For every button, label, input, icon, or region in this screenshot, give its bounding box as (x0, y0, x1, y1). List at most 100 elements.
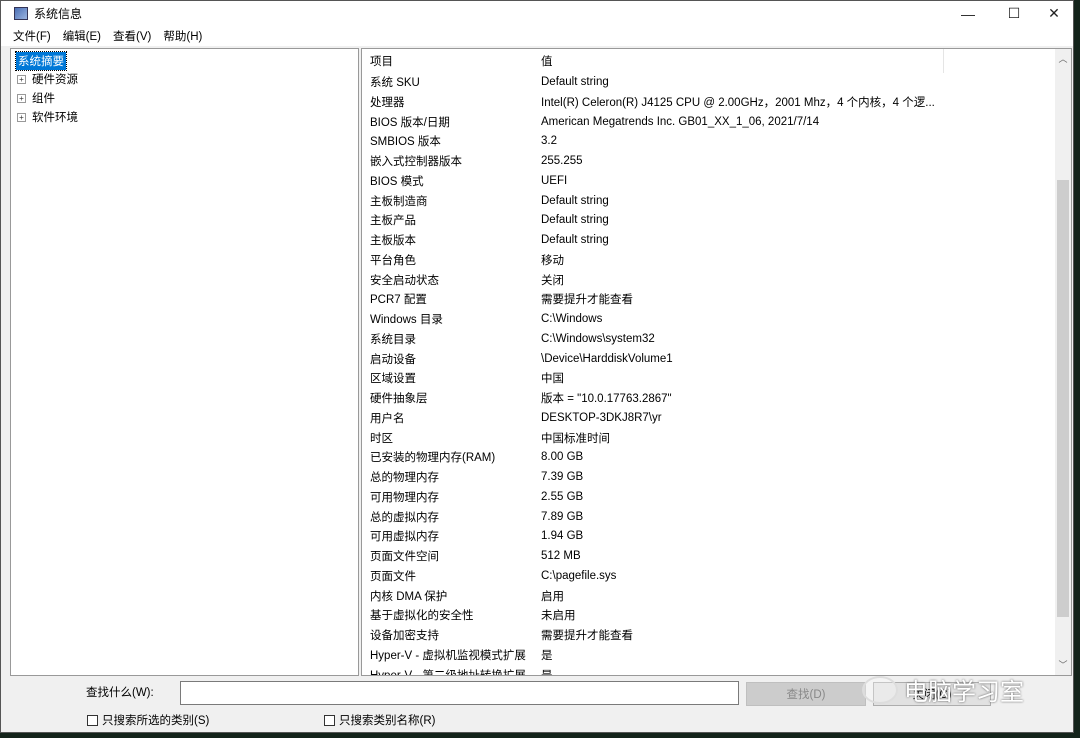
expand-icon[interactable]: + (17, 93, 26, 103)
row-value: Default string (541, 234, 609, 246)
row-item: 主板版本 (370, 235, 416, 247)
row-value: 启用 (541, 590, 564, 603)
row-value: 中国标准时间 (541, 432, 610, 445)
row-value: 未启用 (541, 610, 576, 623)
tree-item-software[interactable]: + 软件环境 (17, 108, 78, 126)
row-value: 版本 = "10.0.17763.2867" (541, 393, 672, 405)
tree-item-system-summary[interactable]: 系统摘要 (15, 51, 67, 71)
search-names-checkbox[interactable]: 只搜索类别名称(R) (324, 712, 435, 728)
row-value: 1.94 GB (541, 530, 584, 543)
row-item: SMBIOS 版本 (370, 136, 441, 149)
row-value: 8.00 GB (541, 451, 584, 464)
tree-item-components[interactable]: + 组件 (17, 89, 55, 107)
row-value: 需要提升才能查看 (541, 630, 633, 642)
category-tree: 系统摘要 + 硬件资源 + 组件 + 软件环境 (10, 48, 359, 676)
tree-label: 组件 (32, 93, 55, 105)
row-item: 时区 (370, 432, 393, 445)
row-item: 总的物理内存 (370, 472, 439, 484)
row-item: 启动设备 (370, 353, 416, 366)
row-item: 可用虚拟内存 (370, 531, 439, 544)
row-item: 用户名 (370, 412, 405, 425)
tree-item-hardware[interactable]: + 硬件资源 (17, 70, 78, 88)
row-item: 设备加密支持 (370, 630, 439, 642)
row-value: 需要提升才能查看 (541, 294, 633, 307)
row-item: 页面文件空间 (370, 551, 439, 563)
checkbox-label: 只搜索类别名称(R) (339, 715, 436, 727)
tree-label: 硬件资源 (32, 74, 78, 86)
checkbox-box[interactable] (87, 714, 98, 726)
row-item: 安全启动状态 (370, 274, 439, 287)
row-value: Default string (541, 194, 609, 207)
menu-edit[interactable]: 编辑(E) (63, 28, 101, 44)
find-button[interactable]: 查找(D) (746, 682, 866, 706)
find-input[interactable] (180, 681, 739, 705)
row-item: 硬件抽象层 (370, 393, 428, 405)
row-item: Hyper-V - 第二级地址转换扩展 (370, 669, 526, 676)
row-item: 主板产品 (370, 215, 416, 228)
row-value: DESKTOP-3DKJ8R7\yr (541, 411, 662, 424)
scroll-up-icon[interactable]: ︿ (1055, 51, 1071, 67)
row-item: 基于虚拟化的安全性 (370, 610, 474, 623)
row-item: 系统目录 (370, 333, 416, 346)
row-item: 页面文件 (370, 570, 416, 583)
row-item: 嵌入式控制器版本 (370, 156, 462, 168)
row-item: 处理器 (370, 96, 405, 109)
row-value: Intel(R) Celeron(R) J4125 CPU @ 2.00GHz，… (541, 96, 935, 109)
row-value: UEFI (541, 174, 568, 187)
minimize-button[interactable]: — (945, 1, 991, 26)
row-item: Windows 目录 (370, 314, 443, 326)
row-item: 平台角色 (370, 254, 416, 267)
row-item: BIOS 版本/日期 (370, 116, 450, 129)
row-value: 512 MB (541, 550, 581, 562)
row-value: C:\Windows (541, 313, 603, 325)
row-value: 关闭 (541, 274, 564, 287)
header-value[interactable]: 值 (541, 53, 553, 69)
row-value: 移动 (541, 254, 564, 267)
row-item: 系统 SKU (370, 77, 420, 89)
row-value: 7.89 GB (541, 510, 584, 523)
window-title: 系统信息 (34, 7, 83, 21)
row-value: \Device\HarddiskVolume1 (541, 352, 673, 365)
header-item[interactable]: 项目 (370, 53, 393, 69)
row-item: 主板制造商 (370, 195, 428, 208)
menu-help[interactable]: 帮助(H) (163, 28, 202, 44)
app-icon (14, 7, 28, 20)
watermark: 电脑学习室 (862, 672, 1024, 707)
row-item: 区域设置 (370, 373, 416, 386)
row-value: 2.55 GB (541, 490, 584, 503)
vertical-scrollbar[interactable]: ︿ ﹀ (1055, 49, 1071, 675)
row-item: PCR7 配置 (370, 294, 427, 307)
header-divider (943, 49, 944, 73)
row-value: C:\Windows\system32 (541, 332, 655, 345)
search-selected-checkbox[interactable]: 只搜索所选的类别(S) (87, 712, 209, 728)
details-list: 项目 值 系统 SKU Default string 处理器 Intel(R) Cel… (361, 48, 1072, 676)
scroll-down-icon[interactable]: ﹀ (1055, 657, 1071, 673)
menu-view[interactable]: 查看(V) (113, 28, 151, 44)
row-item: 总的虚拟内存 (370, 511, 439, 524)
row-value: 是 (541, 649, 553, 662)
row-item: Hyper-V - 虚拟机监视模式扩展 (370, 649, 526, 662)
scroll-thumb[interactable] (1057, 180, 1069, 617)
row-item: BIOS 模式 (370, 175, 424, 188)
checkbox-label: 只搜索所选的类别(S) (102, 715, 210, 727)
row-value: C:\pagefile.sys (541, 569, 617, 582)
system-info-window: 系统信息 — ☐ ✕ 文件(F) 编辑(E) 查看(V) 帮助(H) 系统摘要 … (0, 0, 1074, 733)
expand-icon[interactable]: + (17, 74, 26, 84)
row-value: 7.39 GB (541, 471, 584, 483)
row-value: 是 (541, 669, 553, 676)
close-window-button[interactable]: ✕ (1031, 1, 1077, 26)
wechat-icon (862, 675, 898, 704)
row-value: Default string (541, 214, 609, 227)
row-value: 3.2 (541, 135, 557, 148)
expand-icon[interactable]: + (17, 112, 26, 122)
title-bar: 系统信息 — ☐ ✕ (1, 1, 1073, 26)
menu-file[interactable]: 文件(F) (13, 28, 51, 44)
row-item: 可用物理内存 (370, 491, 439, 504)
tree-label: 软件环境 (32, 112, 78, 124)
find-label: 查找什么(W): (86, 687, 154, 699)
checkbox-box[interactable] (324, 714, 335, 726)
row-value: 中国 (541, 373, 564, 386)
row-value: Default string (541, 76, 609, 88)
watermark-text: 电脑学习室 (904, 679, 1024, 706)
row-value: American Megatrends Inc. GB01_XX_1_06, 2… (541, 115, 820, 128)
